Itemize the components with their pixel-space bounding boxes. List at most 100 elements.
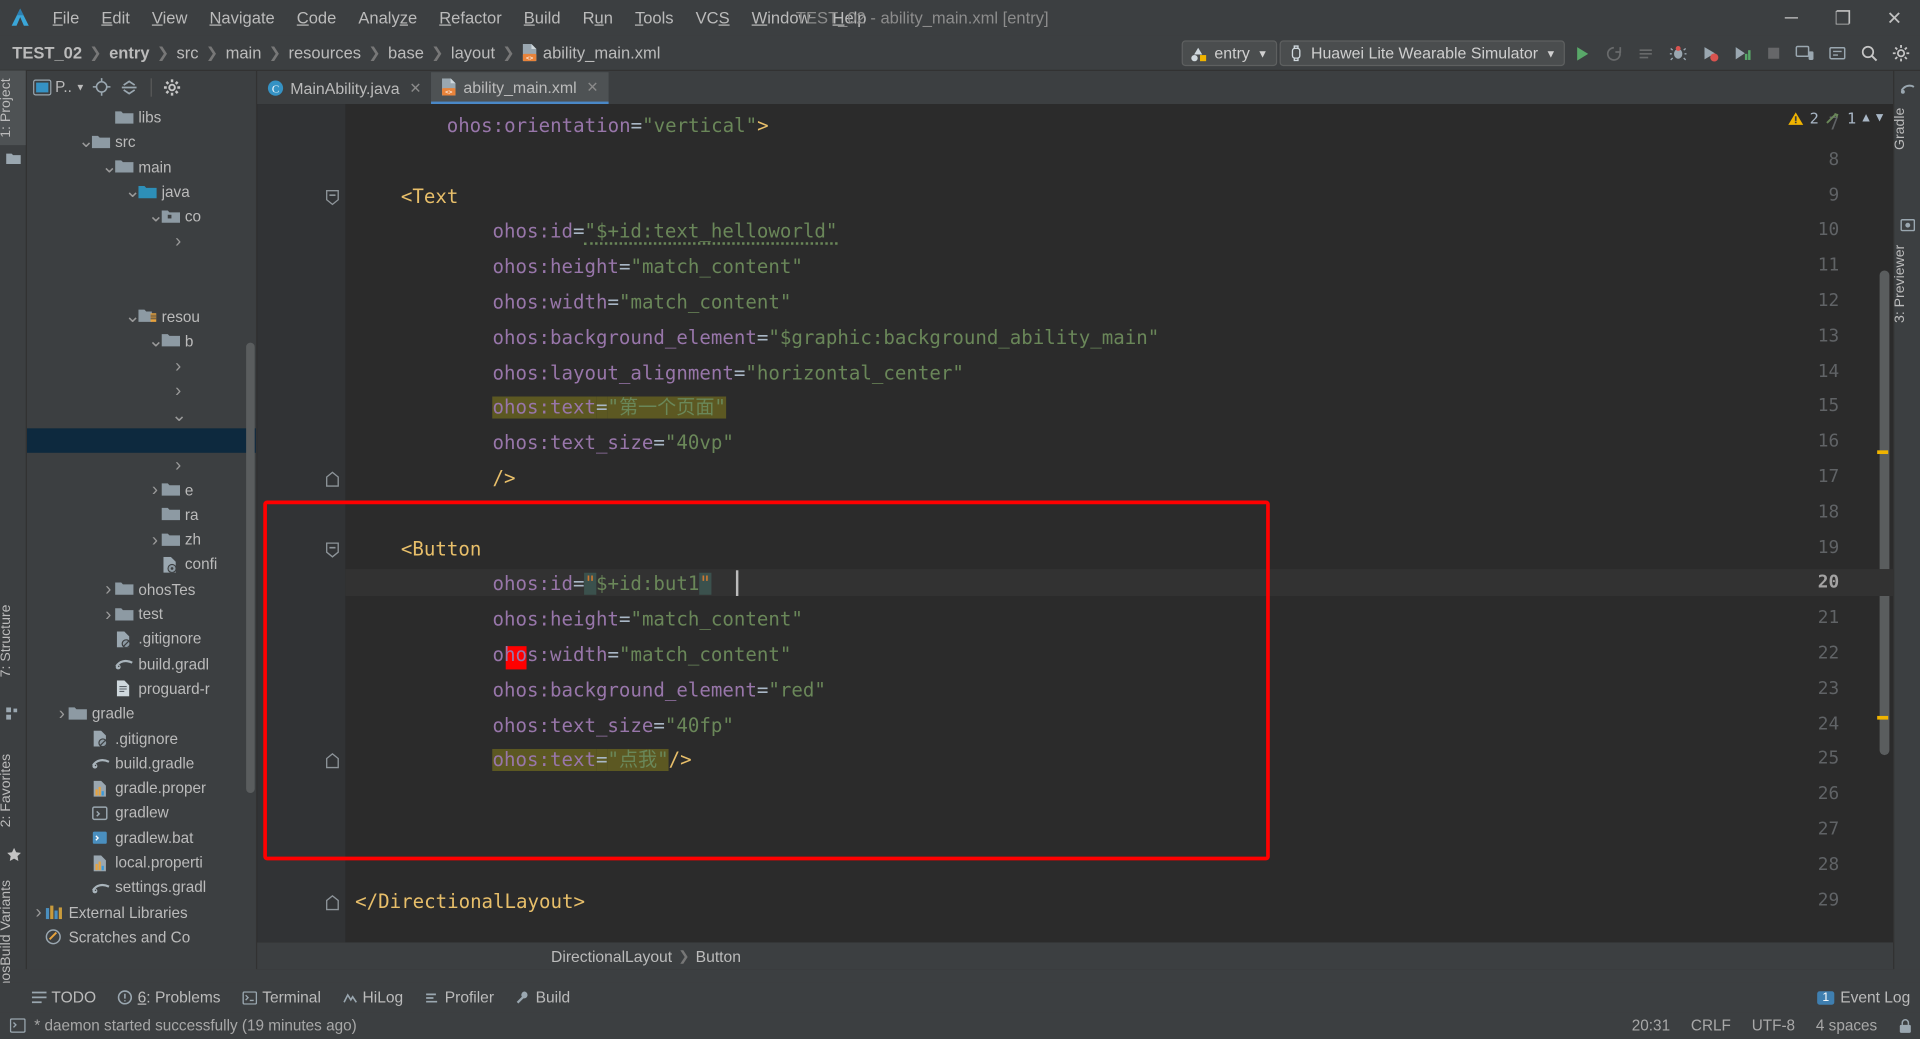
fold-end-icon[interactable]: [326, 894, 341, 910]
status-line-separator[interactable]: CRLF: [1691, 1017, 1731, 1034]
chevron-down-icon[interactable]: ⌄: [148, 331, 163, 349]
breadcrumb-module[interactable]: entry: [109, 43, 149, 61]
code-line[interactable]: ohos:background_element="$graphic:backgr…: [492, 327, 1159, 350]
code-line[interactable]: ohos:orientation="vertical">: [447, 115, 769, 138]
tree-item[interactable]: .gitignore: [27, 726, 256, 751]
tree-item[interactable]: ›: [27, 378, 256, 403]
tree-item[interactable]: ⌄ main: [27, 155, 256, 180]
project-settings-icon[interactable]: [160, 75, 184, 99]
breadcrumb-file[interactable]: <> ability_main.xml: [522, 43, 660, 62]
chevron-right-icon[interactable]: ›: [148, 480, 161, 501]
chevron-right-icon[interactable]: ›: [171, 455, 184, 476]
menu-run[interactable]: Run: [572, 6, 624, 29]
menu-vcs[interactable]: VCS: [685, 6, 741, 29]
status-encoding[interactable]: UTF-8: [1752, 1017, 1795, 1034]
menu-view[interactable]: View: [141, 6, 199, 29]
fold-collapse-icon[interactable]: [326, 189, 341, 205]
stop-button[interactable]: [1758, 39, 1787, 68]
tree-item[interactable]: confi: [27, 552, 256, 577]
tree-item[interactable]: local.properti: [27, 850, 256, 875]
code-line[interactable]: ohos:text_size="40vp": [492, 432, 733, 455]
tree-item[interactable]: ⌄ b: [27, 329, 256, 354]
tree-item[interactable]: › gradle: [27, 701, 256, 726]
run-coverage-button[interactable]: [1695, 39, 1724, 68]
maximize-button[interactable]: ❐: [1817, 0, 1868, 35]
code-line[interactable]: ohos:width="match_content": [492, 644, 791, 667]
device-selector[interactable]: Huawei Lite Wearable Simulator ▼: [1279, 40, 1565, 67]
breadcrumb-src[interactable]: src: [177, 43, 199, 61]
tab-ability-main-xml[interactable]: <> ability_main.xml ✕: [431, 72, 609, 105]
bottom-tab-build[interactable]: Build: [516, 989, 570, 1006]
tree-item[interactable]: › External Libraries: [27, 900, 256, 925]
warning-marker[interactable]: [1877, 450, 1889, 455]
minimize-button[interactable]: ─: [1766, 0, 1817, 35]
menu-file[interactable]: FFileile: [42, 6, 91, 29]
collapse-all-icon[interactable]: [117, 75, 141, 99]
apply-changes-icon[interactable]: [1631, 39, 1660, 68]
tree-item[interactable]: › e: [27, 478, 256, 503]
project-tree-scrollbar[interactable]: [246, 342, 255, 794]
locate-file-icon[interactable]: [89, 75, 113, 99]
code-editor[interactable]: 2 1 ▲ ▼ 7 ohos:orientation="vertical"> 8 9 <…: [257, 104, 1894, 943]
profile-button[interactable]: [1727, 39, 1756, 68]
search-everywhere-icon[interactable]: [1854, 39, 1883, 68]
project-tree[interactable]: libs ⌄ src ⌄ main ⌄ java ⌄ co › ⌄ resou ⌄ b › › ⌄ › › e ra › z…: [26, 103, 256, 969]
tree-item[interactable]: [27, 254, 256, 279]
menu-code[interactable]: Code: [286, 6, 348, 29]
editor-vertical-scrollbar[interactable]: [1879, 270, 1890, 756]
sdk-manager-icon[interactable]: [1822, 39, 1851, 68]
tree-item[interactable]: ⌄ src: [27, 130, 256, 155]
code-line[interactable]: ohos:width="match_content": [492, 291, 791, 314]
tree-item[interactable]: ⌄ java: [27, 180, 256, 205]
chevron-right-icon[interactable]: ›: [102, 604, 115, 625]
chevron-right-icon[interactable]: ›: [171, 356, 184, 377]
debug-button[interactable]: [1663, 39, 1692, 68]
fold-end-icon[interactable]: [326, 471, 341, 487]
breadcrumb-directional-layout[interactable]: DirectionalLayout: [551, 947, 672, 965]
status-indent[interactable]: 4 spaces: [1816, 1017, 1877, 1034]
sidebar-item-structure[interactable]: 7: Structure: [0, 597, 26, 684]
chevron-down-icon[interactable]: ⌄: [148, 207, 163, 225]
tree-item[interactable]: gradle.proper: [27, 776, 256, 801]
tree-item[interactable]: settings.gradl: [27, 875, 256, 900]
breadcrumb-base[interactable]: base: [388, 43, 424, 61]
warning-marker[interactable]: [1877, 715, 1889, 720]
chevron-right-icon[interactable]: ›: [171, 231, 184, 252]
bottom-tab-terminal[interactable]: Terminal: [242, 989, 321, 1006]
code-line[interactable]: ohos:id="$+id:text_helloworld": [492, 220, 838, 246]
tree-item[interactable]: build.gradl: [27, 652, 256, 677]
close-button[interactable]: ✕: [1869, 0, 1920, 35]
code-line[interactable]: ohos:layout_alignment="horizontal_center…: [492, 362, 963, 385]
bottom-tab-profiler[interactable]: Profiler: [425, 989, 494, 1006]
chevron-right-icon[interactable]: ›: [32, 902, 45, 923]
code-line[interactable]: />: [492, 467, 515, 490]
bottom-tab-hilog[interactable]: HiLog: [343, 989, 403, 1006]
tree-item[interactable]: ›: [27, 229, 256, 254]
bottom-tab-problems[interactable]: 6: Problems: [118, 989, 221, 1006]
menu-edit[interactable]: Edit: [90, 6, 141, 29]
tree-item[interactable]: › zh: [27, 528, 256, 553]
fold-collapse-icon[interactable]: [326, 541, 341, 558]
code-line[interactable]: ohos:text_size="40fp": [492, 714, 733, 737]
tree-item[interactable]: ›: [27, 453, 256, 478]
tree-item[interactable]: [27, 279, 256, 304]
event-log-button[interactable]: 1 Event Log: [1817, 989, 1910, 1006]
chevron-right-icon[interactable]: ›: [55, 703, 68, 724]
code-line[interactable]: ohos:height="match_content": [492, 256, 802, 279]
code-line[interactable]: ohos:text="第一个页面": [492, 396, 726, 420]
rerun-button[interactable]: [1599, 39, 1628, 68]
tab-main-ability-java[interactable]: C MainAbility.java ✕: [257, 72, 431, 104]
inspection-widget[interactable]: 2 1 ▲ ▼: [1788, 109, 1883, 127]
menu-navigate[interactable]: Navigate: [198, 6, 285, 29]
breadcrumb-layout[interactable]: layout: [451, 43, 495, 61]
breadcrumb-resources[interactable]: resources: [288, 43, 361, 61]
sidebar-item-previewer[interactable]: 3: Previewer: [1893, 237, 1920, 330]
run-button[interactable]: [1567, 39, 1596, 68]
close-icon[interactable]: ✕: [586, 78, 598, 95]
chevron-right-icon[interactable]: ›: [102, 579, 115, 600]
fold-end-icon[interactable]: [326, 753, 341, 769]
breadcrumb-project[interactable]: TEST_02: [12, 43, 82, 61]
tree-item[interactable]: ›: [27, 354, 256, 379]
code-line[interactable]: <Button: [401, 538, 481, 561]
tree-item[interactable]: build.gradle: [27, 751, 256, 776]
